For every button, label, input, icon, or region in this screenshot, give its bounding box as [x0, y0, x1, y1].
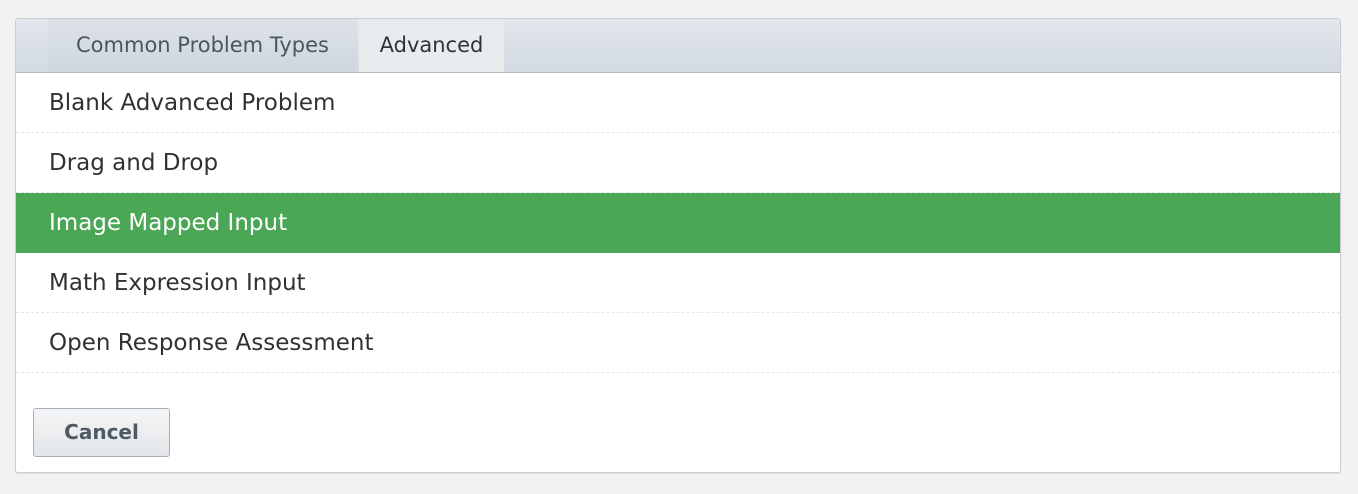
list-item-drag-and-drop[interactable]: Drag and Drop — [16, 133, 1340, 193]
list-item-math-expression-input[interactable]: Math Expression Input — [16, 253, 1340, 313]
tab-bar: Common Problem Types Advanced — [16, 19, 1340, 73]
problem-type-list: Blank Advanced Problem Drag and Drop Ima… — [16, 73, 1340, 373]
cancel-button[interactable]: Cancel — [33, 408, 170, 457]
list-item-image-mapped-input[interactable]: Image Mapped Input — [16, 193, 1340, 253]
list-item-blank-advanced-problem[interactable]: Blank Advanced Problem — [16, 73, 1340, 133]
list-item-open-response-assessment[interactable]: Open Response Assessment — [16, 313, 1340, 373]
tab-common-problem-types[interactable]: Common Problem Types — [48, 19, 357, 72]
problem-type-panel: Common Problem Types Advanced Blank Adva… — [15, 18, 1341, 473]
tab-advanced[interactable]: Advanced — [359, 19, 504, 72]
